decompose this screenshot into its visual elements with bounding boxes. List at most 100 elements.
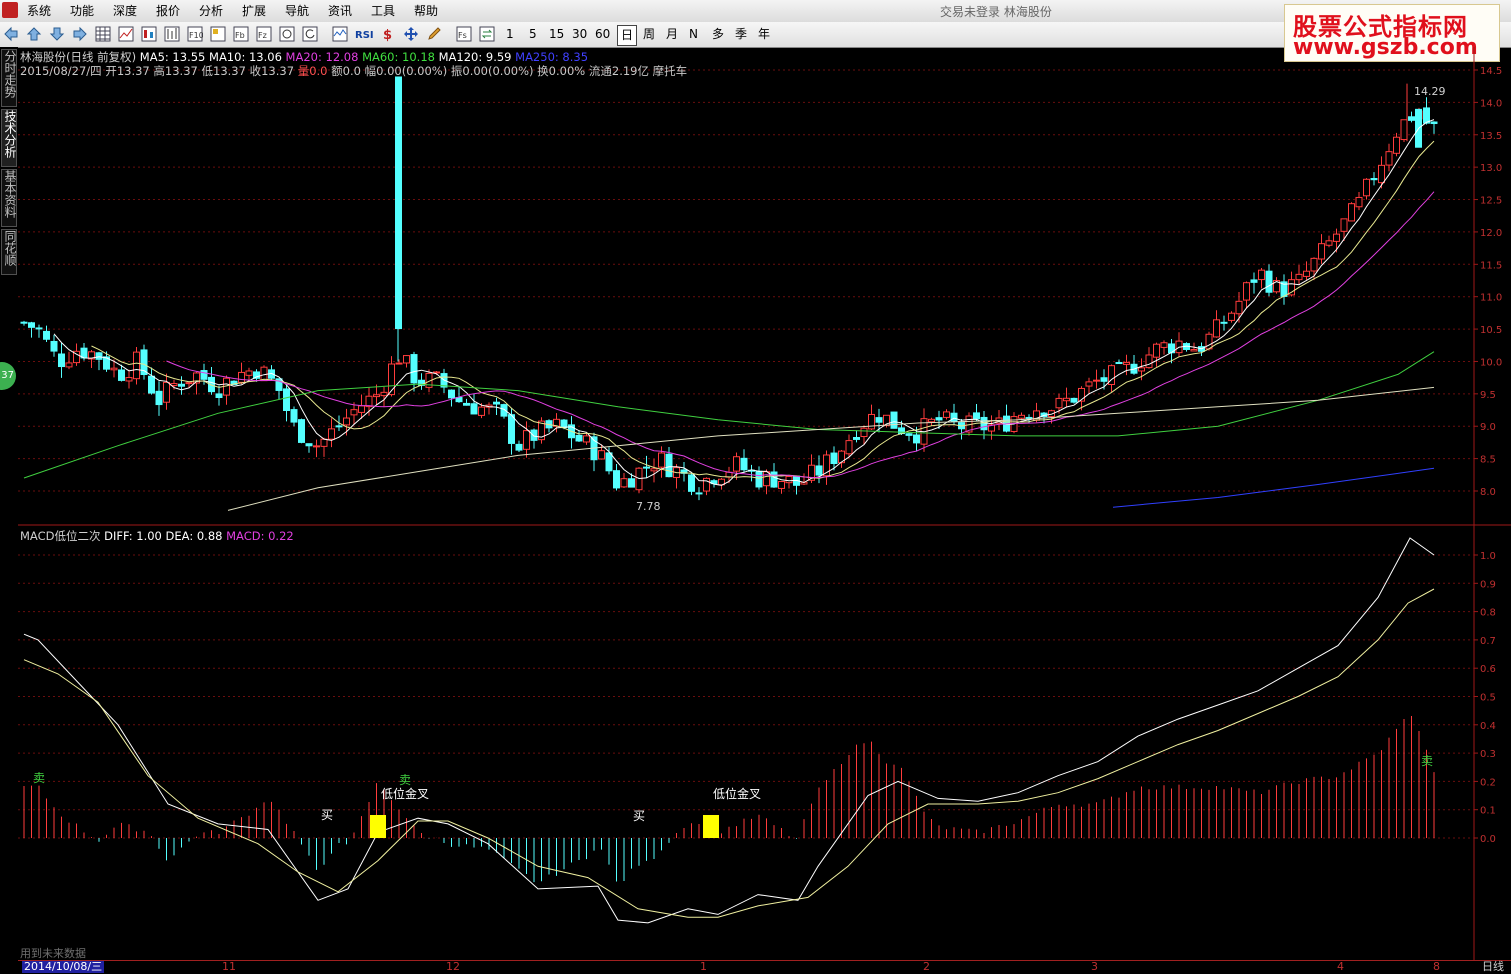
bar-amount: 额0.0 bbox=[331, 64, 361, 78]
candle-body bbox=[530, 429, 538, 441]
candle-body bbox=[620, 478, 628, 488]
candle-body bbox=[365, 395, 373, 408]
pen-icon[interactable] bbox=[426, 26, 442, 42]
period-15min[interactable]: 15 bbox=[546, 25, 567, 44]
period-multi[interactable]: 多 bbox=[709, 25, 727, 44]
candle-body bbox=[1363, 178, 1370, 197]
ma10-value: MA10: 13.06 bbox=[209, 50, 282, 64]
candle-body bbox=[448, 389, 455, 399]
period-60min[interactable]: 60 bbox=[592, 25, 613, 44]
period-year[interactable]: 年 bbox=[755, 25, 773, 44]
f10b-icon[interactable]: Fb bbox=[233, 26, 249, 42]
candle-body bbox=[733, 456, 740, 472]
f10c-icon[interactable] bbox=[279, 26, 295, 42]
macd-tick-label: 0.6 bbox=[1480, 664, 1496, 675]
candle-body bbox=[703, 477, 710, 492]
line-chart-icon[interactable] bbox=[118, 26, 134, 42]
bar-turnover: 换0.00% bbox=[537, 64, 586, 78]
candle-body bbox=[1385, 151, 1393, 166]
menu-function[interactable]: 功能 bbox=[70, 3, 94, 19]
rsi-chart-icon[interactable] bbox=[332, 26, 348, 42]
down-icon[interactable] bbox=[49, 26, 65, 42]
month-label-3: 3 bbox=[1091, 960, 1098, 973]
candle-body bbox=[155, 390, 163, 406]
candle-body bbox=[1303, 270, 1310, 277]
candle-body bbox=[118, 369, 125, 381]
candle-body bbox=[380, 391, 388, 397]
menu-depth[interactable]: 深度 bbox=[113, 3, 137, 19]
candle-body bbox=[1243, 282, 1250, 301]
notification-badge[interactable]: 37 bbox=[0, 362, 16, 390]
candle-icon[interactable] bbox=[141, 26, 157, 42]
period-week[interactable]: 周 bbox=[640, 25, 658, 44]
candle-body bbox=[560, 419, 568, 429]
f10-icon[interactable]: F10 bbox=[187, 26, 203, 42]
period-month[interactable]: 月 bbox=[663, 25, 681, 44]
candle-body bbox=[283, 388, 290, 411]
svg-text:Fb: Fb bbox=[235, 31, 245, 40]
fnz-icon[interactable]: Fz bbox=[256, 26, 272, 42]
macd-sell-annotation-3: 卖 bbox=[1421, 754, 1433, 768]
tab-timeshare[interactable]: 分时走势 bbox=[1, 49, 17, 107]
menu-quote[interactable]: 报价 bbox=[156, 3, 180, 19]
future-data-note: 用到未来数据 bbox=[20, 947, 86, 960]
price-tick-label: 13.5 bbox=[1480, 131, 1502, 142]
up-icon[interactable] bbox=[26, 26, 42, 42]
macd-buy-annotation-1: 买 bbox=[321, 808, 333, 822]
candle-body bbox=[110, 367, 118, 371]
tab-technical-analysis[interactable]: 技术分析 bbox=[1, 109, 17, 167]
menu-navigate[interactable]: 导航 bbox=[285, 3, 309, 19]
month-label-12: 12 bbox=[446, 960, 460, 973]
candle-body bbox=[170, 383, 178, 386]
tab-tonghuashun[interactable]: 同花顺 bbox=[1, 229, 17, 275]
table-icon[interactable] bbox=[95, 26, 111, 42]
candle-body bbox=[1018, 414, 1025, 419]
bar-icon[interactable] bbox=[164, 26, 180, 42]
tab-fundamentals[interactable]: 基本资料 bbox=[1, 169, 17, 227]
f10-alt-icon[interactable] bbox=[210, 26, 226, 42]
period-30min[interactable]: 30 bbox=[569, 25, 590, 44]
period-1min[interactable]: 1 bbox=[503, 25, 517, 44]
chart-labels: 14.29 7.78 卖 买 低位金叉 卖 买 低位金叉 卖 bbox=[33, 85, 1446, 823]
macd-lines bbox=[23, 537, 1435, 924]
menu-system[interactable]: 系统 bbox=[27, 3, 51, 19]
candle-body bbox=[1025, 416, 1033, 419]
menu-analysis[interactable]: 分析 bbox=[199, 3, 223, 19]
candle-body bbox=[770, 471, 778, 488]
candle-body bbox=[845, 440, 853, 455]
candle-body bbox=[853, 437, 860, 440]
menu-news[interactable]: 资讯 bbox=[328, 3, 352, 19]
candle-body bbox=[328, 428, 335, 440]
candle-body bbox=[650, 468, 658, 472]
menu-extend[interactable]: 扩展 bbox=[242, 3, 266, 19]
signal-marker-2 bbox=[703, 815, 719, 838]
month-label-2: 2 bbox=[923, 960, 930, 973]
forward-icon[interactable] bbox=[72, 26, 88, 42]
candle-body bbox=[493, 401, 500, 405]
move-icon[interactable] bbox=[403, 26, 419, 42]
dollar-icon[interactable]: $ bbox=[380, 26, 396, 42]
svg-text:Fz: Fz bbox=[258, 31, 267, 40]
candle-body bbox=[1370, 178, 1378, 181]
refresh-icon[interactable] bbox=[302, 26, 318, 42]
rsi-icon[interactable]: RSI bbox=[354, 26, 376, 42]
sync-icon[interactable] bbox=[479, 26, 495, 42]
candle-body bbox=[1213, 319, 1220, 338]
candle-body bbox=[1393, 136, 1400, 154]
menu-tools[interactable]: 工具 bbox=[371, 3, 395, 19]
price-tick-label: 12.5 bbox=[1480, 196, 1502, 207]
period-season[interactable]: 季 bbox=[732, 25, 750, 44]
candle-body bbox=[200, 370, 208, 380]
month-label-1: 1 bbox=[700, 960, 707, 973]
period-n[interactable]: N bbox=[686, 25, 701, 44]
stock-chart[interactable]: 14.514.013.513.012.512.011.511.010.510.0… bbox=[18, 47, 1511, 973]
candle-body bbox=[1100, 377, 1108, 382]
back-icon[interactable] bbox=[3, 26, 19, 42]
period-5min[interactable]: 5 bbox=[526, 25, 540, 44]
candle-body bbox=[1235, 300, 1243, 315]
fs-icon[interactable]: Fs bbox=[456, 26, 472, 42]
app-logo-icon bbox=[2, 2, 18, 18]
candle-body bbox=[43, 330, 50, 340]
period-day[interactable]: 日 bbox=[617, 25, 638, 46]
menu-help[interactable]: 帮助 bbox=[414, 3, 438, 19]
